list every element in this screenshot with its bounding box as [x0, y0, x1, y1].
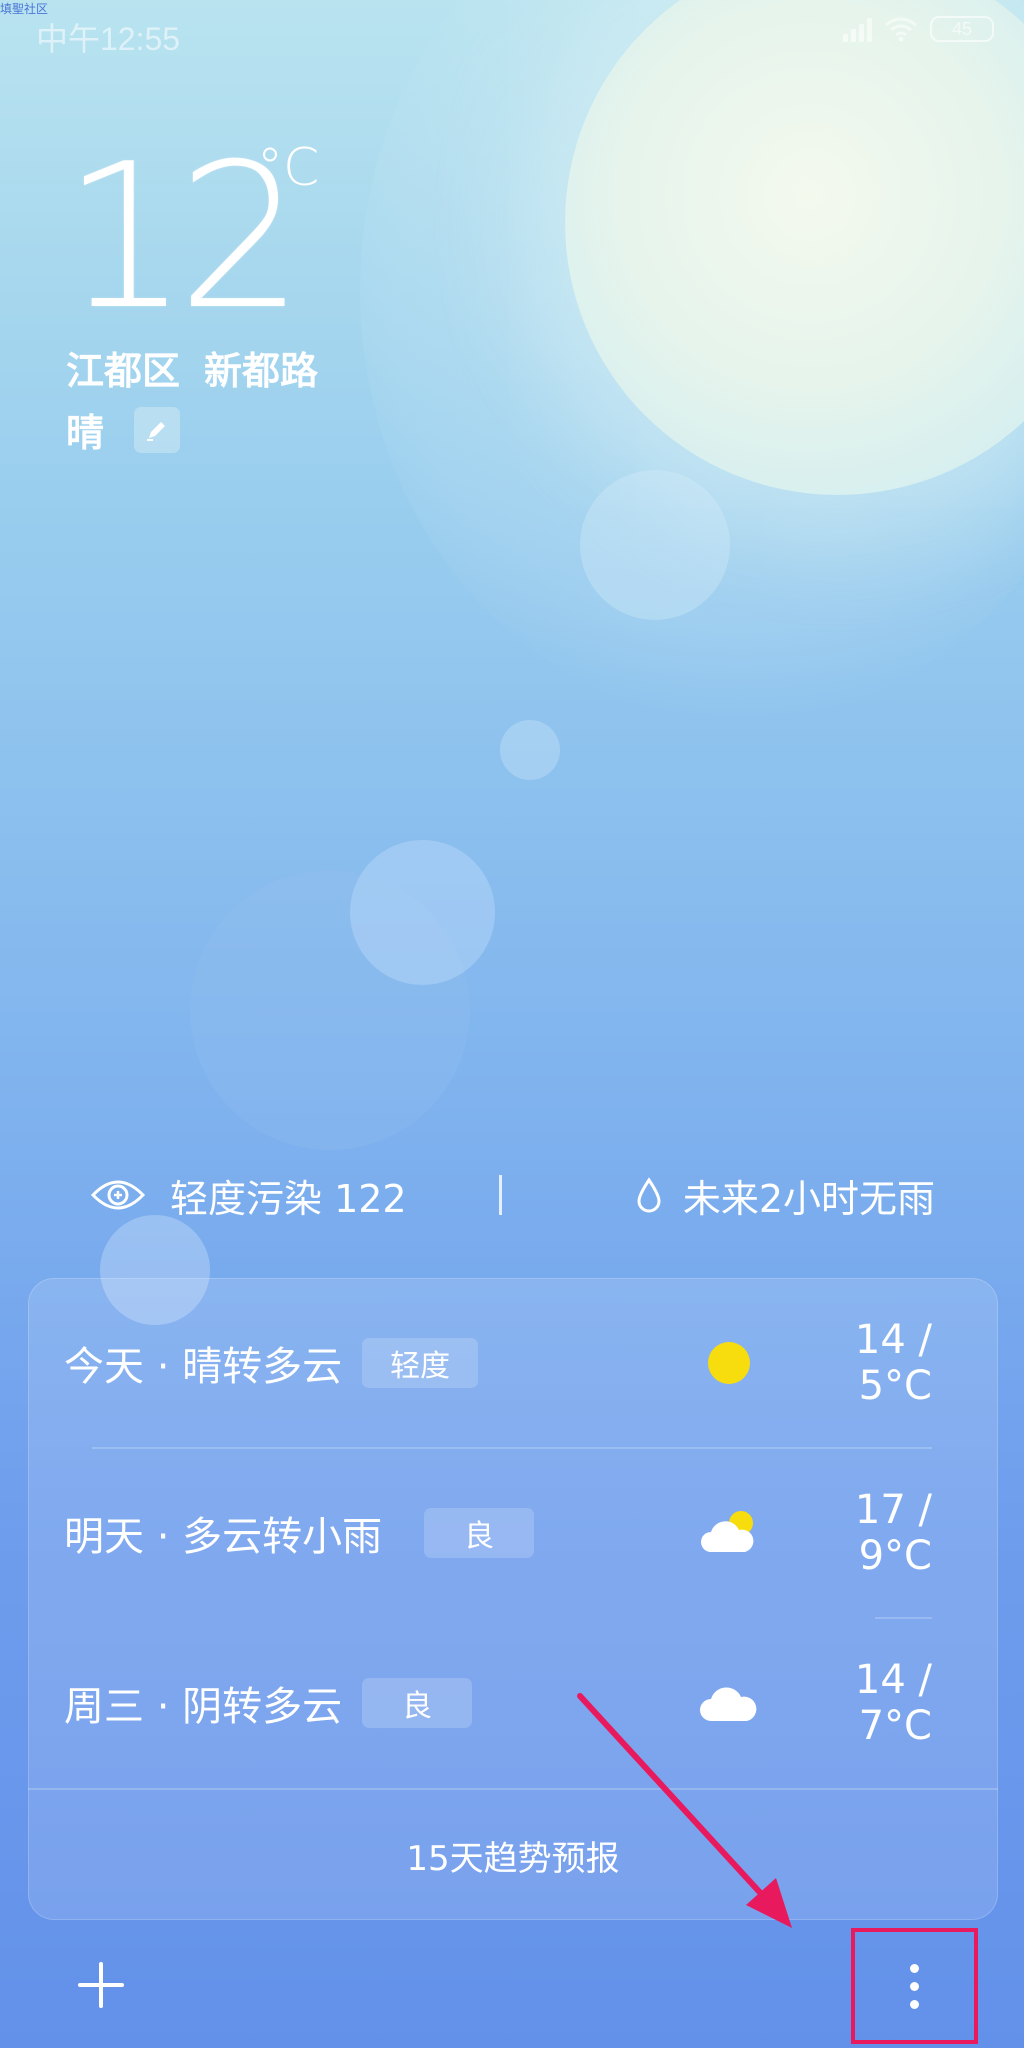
air-quality[interactable]: 轻度污染 122 — [90, 1168, 407, 1223]
location-district: 江都区 — [66, 349, 181, 393]
current-temperature: 12 °C — [62, 138, 319, 338]
more-dot — [910, 1963, 919, 1973]
bokeh-light — [350, 840, 495, 985]
info-bar: 轻度污染 122 未来2小时无雨 — [90, 1165, 935, 1225]
forecast-day: 今天 · 晴转多云 — [64, 1344, 343, 1390]
forecast-temps: 14 / 5°C — [854, 1317, 932, 1409]
edit-button[interactable] — [134, 406, 181, 453]
aqi-badge: 轻度 — [362, 1338, 479, 1388]
forecast-row-wednesday[interactable]: 周三 · 阴转多云 良 14 / 7°C — [64, 1643, 932, 1763]
row-divider — [875, 1617, 932, 1619]
wifi-icon — [885, 17, 917, 42]
eye-icon — [90, 1180, 146, 1210]
info-divider — [498, 1175, 502, 1215]
forecast-temps: 14 / 7°C — [854, 1657, 932, 1749]
forecast-row-tomorrow[interactable]: 明天 · 多云转小雨 良 17 / 9°C — [64, 1473, 932, 1593]
status-time: 中午12:55 — [36, 21, 181, 57]
pencil-icon — [147, 421, 166, 441]
bokeh-light — [580, 470, 730, 620]
aqi-text: 轻度污染 122 — [170, 1176, 407, 1221]
more-dot — [910, 1981, 919, 1991]
more-dot — [910, 1999, 919, 2009]
sun-icon — [694, 1340, 764, 1386]
location-street: 新都路 — [204, 349, 319, 393]
battery-level: 45 — [951, 18, 973, 39]
row-divider — [92, 1447, 932, 1449]
cloud-icon — [694, 1683, 764, 1723]
add-city-button[interactable] — [78, 1960, 128, 2010]
bokeh-light — [500, 720, 560, 780]
signal-icon — [843, 16, 872, 42]
partly-cloudy-icon — [694, 1510, 764, 1556]
temperature-unit: °C — [257, 138, 320, 198]
rain-forecast[interactable]: 未来2小时无雨 — [635, 1168, 935, 1223]
condition-row: 晴 — [66, 402, 181, 457]
raindrop-icon — [637, 1177, 661, 1213]
fifteen-day-trend-link[interactable]: 15天趋势预报 — [28, 1790, 998, 1920]
status-bar: 填聖社区 中午12:55 45 — [0, 0, 1024, 64]
forecast-day: 周三 · 阴转多云 — [64, 1684, 343, 1730]
status-icons: 45 — [843, 16, 994, 42]
aqi-badge: 良 — [362, 1678, 473, 1728]
location: 江都区 新都路 — [66, 340, 318, 395]
sun-illustration — [565, 0, 1024, 495]
forecast-row-today[interactable]: 今天 · 晴转多云 轻度 14 / 5°C — [64, 1303, 932, 1423]
forecast-day: 明天 · 多云转小雨 — [64, 1514, 383, 1560]
aqi-badge: 良 — [424, 1508, 535, 1558]
more-options-button[interactable] — [851, 1928, 978, 2044]
weather-screen: 填聖社区 中午12:55 45 12 °C 江都区 新都路 晴 轻度污染 122… — [0, 0, 1024, 2048]
current-condition: 晴 — [66, 411, 105, 455]
forecast-temps: 17 / 9°C — [854, 1487, 932, 1579]
rain-text: 未来2小时无雨 — [682, 1176, 935, 1221]
bokeh-light — [190, 870, 470, 1150]
battery-icon: 45 — [930, 16, 994, 42]
background-halo — [360, 0, 1024, 720]
